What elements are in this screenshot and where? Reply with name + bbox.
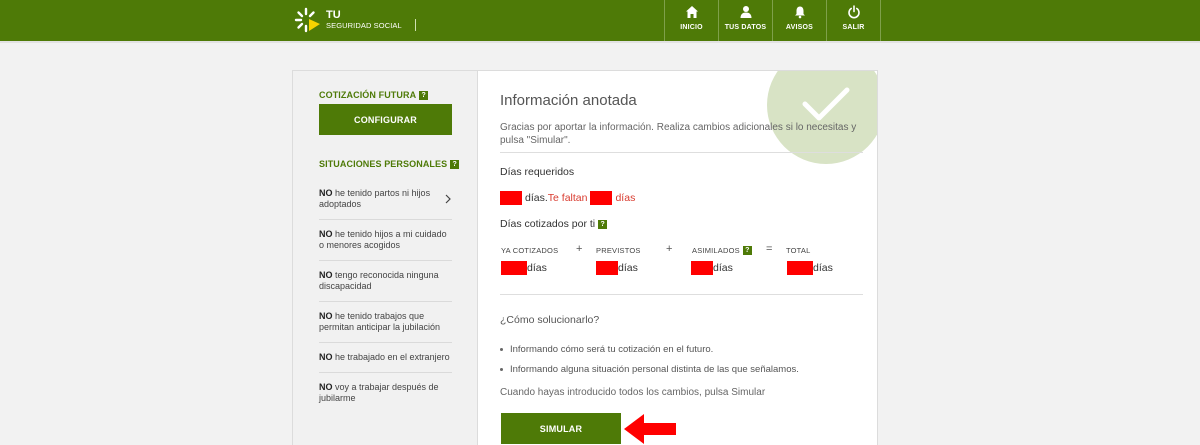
asimilados-unit: días [713,262,733,274]
main-panel: COTIZACIÓN FUTURA ? CONFIGURAR SITUACION… [292,70,878,445]
previstos-value: días [596,261,638,275]
situacion-text: tengo reconocida ninguna discapacidad [319,270,439,291]
dias-cotizados-heading: Días cotizados por ti ? [500,218,608,230]
col-previstos: PREVISTOS [596,246,641,255]
situaciones-personales-title: SITUACIONES PERSONALES [319,159,448,169]
situaciones-personales-heading: SITUACIONES PERSONALES ? [319,159,460,169]
redacted-value [590,191,613,205]
redacted-value [500,191,522,205]
situacion-hijos-cuidado[interactable]: NO he tenido hijos a mi cuidado o menore… [319,220,452,261]
nav-tus-datos[interactable]: TUS DATOS [718,0,772,41]
col-asimilados: ASIMILADOS [692,246,740,255]
situacion-text: he tenido partos ni hijos adoptados [319,188,431,209]
list-item: Informando cómo será tu cotización en el… [500,339,799,359]
red-arrow-icon [624,414,676,444]
header-divider [0,41,1200,43]
brand-subtitle: SEGURIDAD SOCIAL [326,20,402,30]
power-icon [847,5,860,19]
situaciones-list: NO he tenido partos ni hijos adoptados N… [319,179,452,413]
bell-icon [794,6,805,19]
situacion-partos[interactable]: NO he tenido partos ni hijos adoptados [319,179,452,220]
situacion-neg: NO [319,382,333,392]
te-faltan-text: Te faltan [547,192,588,204]
col-asimilados-heading: ASIMILADOS ? [692,246,752,255]
brand-logo-link[interactable]: TU SEGURIDAD SOCIAL [293,4,402,36]
req-missing-unit: días [615,192,636,204]
situacion-trabajos-anticipar[interactable]: NO he tenido trabajos que permitan antic… [319,302,452,343]
sidebar: COTIZACIÓN FUTURA ? CONFIGURAR SITUACION… [293,71,478,445]
plus-operator: + [576,243,583,255]
situacion-discapacidad[interactable]: NO tengo reconocida ninguna discapacidad [319,261,452,302]
situacion-text: voy a trabajar después de jubilarme [319,382,439,403]
divider [500,294,863,295]
nav-inicio[interactable]: INICIO [664,0,718,41]
dias-requeridos-line: días. Te faltan días [500,191,635,205]
plus-operator: + [666,243,673,255]
how-to-solve-title: ¿Cómo solucionarlo? [500,314,600,326]
nav-tus-datos-label: TUS DATOS [724,24,767,31]
nav-avisos[interactable]: AVISOS [772,0,826,41]
redacted-value [787,261,813,275]
redacted-value [501,261,527,275]
nav-salir-label: SALIR [842,24,865,31]
brand-separator [415,19,416,31]
equals-operator: = [766,243,773,255]
user-icon [740,6,751,18]
redacted-value [596,261,618,275]
ya-cotizados-value: días [501,261,547,275]
situacion-neg: NO [319,270,333,280]
list-item: Informando alguna situación personal dis… [500,359,799,379]
situacion-text: he tenido trabajos que permitan anticipa… [319,311,441,332]
simular-button[interactable]: SIMULAR [501,413,621,444]
cotizacion-futura-title: COTIZACIÓN FUTURA [319,90,417,100]
previstos-unit: días [618,262,638,274]
nav-salir[interactable]: SALIR [826,0,881,41]
situacion-neg: NO [319,229,333,239]
chevron-right-icon [445,194,451,204]
total-unit: días [813,262,833,274]
redacted-value [691,261,713,275]
help-icon[interactable]: ? [742,246,752,255]
seguridad-social-logo-icon [293,5,323,35]
solutions-list: Informando cómo será tu cotización en el… [500,339,799,379]
situacion-neg: NO [319,352,333,362]
dias-requeridos-label: Días requeridos [500,166,575,178]
home-icon [685,6,698,18]
page-description: Gracias por aportar la información. Real… [500,122,857,146]
cotizacion-futura-heading: COTIZACIÓN FUTURA ? [319,90,429,100]
dias-cotizados-label: Días cotizados por ti [500,218,596,230]
col-total: TOTAL [786,246,811,255]
brand-text: TU SEGURIDAD SOCIAL [326,10,402,29]
help-icon[interactable]: ? [450,159,460,169]
asimilados-value: días [691,261,733,275]
col-ya-cotizados: YA COTIZADOS [501,246,559,255]
req-days-unit: días. [525,192,548,204]
situacion-text: he trabajado en el extranjero [332,352,450,362]
ya-cotizados-unit: días [527,262,547,274]
situacion-text: he tenido hijos a mi cuidado o menores a… [319,229,447,250]
situacion-neg: NO [319,188,333,198]
top-bar [0,0,1200,41]
success-check-icon [767,71,877,164]
main-content: Información anotada Gracias por aportar … [479,71,877,445]
help-icon[interactable]: ? [419,90,429,100]
divider [500,152,863,153]
configurar-button[interactable]: CONFIGURAR [319,104,452,135]
final-instruction: Cuando hayas introducido todos los cambi… [500,387,766,398]
top-nav: INICIO TUS DATOS AVISOS SALIR [664,0,881,41]
page-title: Información anotada [500,92,637,109]
situacion-extranjero[interactable]: NO he trabajado en el extranjero [319,343,452,373]
total-value: días [787,261,833,275]
nav-avisos-label: AVISOS [785,24,814,31]
situacion-neg: NO [319,311,333,321]
help-icon[interactable]: ? [598,219,608,229]
nav-inicio-label: INICIO [680,24,703,31]
situacion-trabajar-despues[interactable]: NO voy a trabajar después de jubilarme [319,373,452,413]
